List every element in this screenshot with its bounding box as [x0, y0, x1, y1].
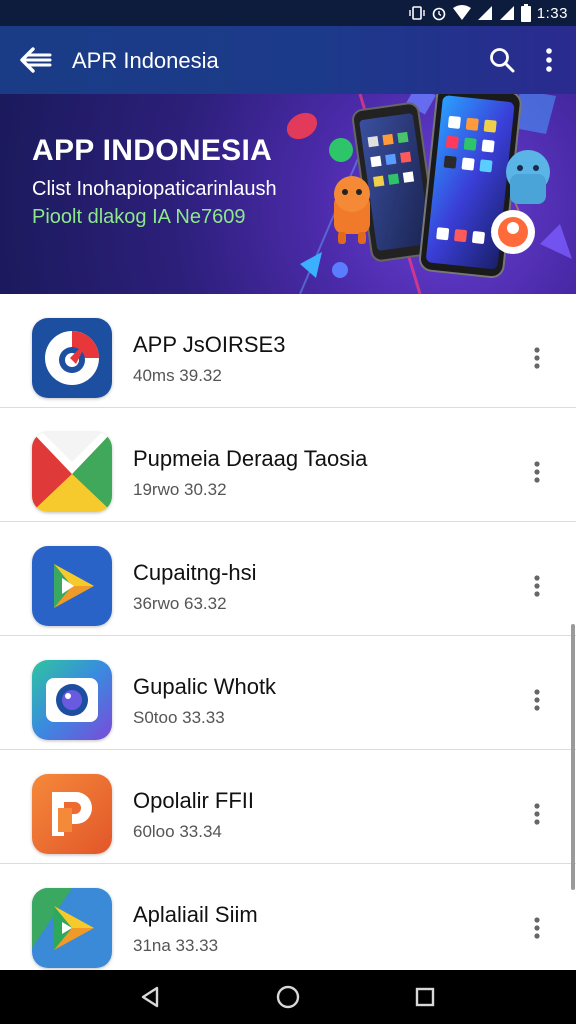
search-button[interactable] [484, 43, 520, 77]
app-meta: 31na 33.33 [133, 936, 219, 955]
list-item[interactable]: Pupmeia Deraag Taosia 19rwo 30.32 [0, 408, 576, 522]
nav-home-button[interactable] [266, 980, 310, 1014]
back-triangle-icon [141, 986, 159, 1008]
home-circle-icon [276, 985, 300, 1009]
nav-recents-button[interactable] [403, 980, 447, 1014]
item-more-button[interactable] [522, 340, 552, 376]
app-name: Pupmeia Deraag Taosia [133, 446, 368, 471]
gmail-like-icon [32, 432, 112, 512]
nav-back-button[interactable] [128, 980, 172, 1014]
vibrate-icon [409, 5, 425, 21]
app-list: APP JsOIRSE3 40ms 39.32 Pupmeia Deraag T… [0, 294, 576, 970]
banner-subtitle: Clist Inohapiopaticarinlaush [32, 178, 277, 200]
more-vert-icon [534, 575, 540, 597]
banner-title: APP INDONESIA [32, 134, 273, 167]
list-item[interactable]: Gupalic Whotk S0too 33.33 [0, 636, 576, 750]
camera-lens-icon [32, 660, 112, 740]
app-name: Cupaitng-hsi [133, 560, 257, 585]
status-bar: 1:33 [0, 0, 576, 26]
clock-time: 1:33 [536, 4, 568, 22]
app-meta: 60loo 33.34 [133, 822, 222, 841]
app-name: Opolalir FFII [133, 788, 255, 813]
promo-banner[interactable]: APP INDONESIA Clist Inohapiopaticarinlau… [0, 94, 576, 294]
overflow-menu-button[interactable] [534, 43, 564, 77]
letter-p-icon [32, 774, 112, 854]
scrollbar[interactable] [571, 624, 575, 890]
play-triangle-icon [32, 546, 112, 626]
item-more-button[interactable] [522, 568, 552, 604]
back-arrow-icon [20, 47, 52, 73]
back-button[interactable] [18, 43, 54, 77]
banner-tagline: Pioolt dlakog IA Ne7609 [32, 206, 246, 228]
app-name: Gupalic Whotk [133, 674, 277, 699]
battery-icon [520, 4, 531, 22]
app-name: APP JsOIRSE3 [133, 332, 286, 357]
item-more-button[interactable] [522, 682, 552, 718]
more-vert-icon [534, 347, 540, 369]
list-item[interactable]: APP JsOIRSE3 40ms 39.32 [0, 294, 576, 408]
chrome-like-icon [32, 318, 112, 398]
more-vert-icon [534, 803, 540, 825]
app-meta: 40ms 39.32 [133, 366, 222, 385]
status-icons: 1:33 [409, 3, 568, 23]
item-more-button[interactable] [522, 454, 552, 490]
more-vert-icon [534, 917, 540, 939]
more-vert-icon [534, 461, 540, 483]
list-item[interactable]: Cupaitng-hsi 36rwo 63.32 [0, 522, 576, 636]
item-more-button[interactable] [522, 796, 552, 832]
list-item[interactable]: Aplaliail Siim 31na 33.33 [0, 864, 576, 970]
wifi-icon [452, 5, 471, 21]
app-name: Aplaliail Siim [133, 902, 258, 927]
play-triangle-green-icon [32, 888, 112, 968]
signal-icon-2 [499, 5, 515, 21]
search-icon [490, 48, 515, 73]
app-title: APR Indonesia [72, 48, 219, 73]
app-meta: 36rwo 63.32 [133, 594, 227, 613]
more-vert-icon [546, 48, 552, 72]
system-nav-bar [0, 970, 576, 1024]
item-more-button[interactable] [522, 910, 552, 946]
app-bar: APR Indonesia [0, 26, 576, 94]
signal-icon [477, 5, 493, 21]
more-vert-icon [534, 689, 540, 711]
app-meta: S0too 33.33 [133, 708, 225, 727]
recents-square-icon [415, 987, 435, 1007]
alarm-icon [431, 5, 447, 21]
app-meta: 19rwo 30.32 [133, 480, 227, 499]
list-item[interactable]: Opolalir FFII 60loo 33.34 [0, 750, 576, 864]
